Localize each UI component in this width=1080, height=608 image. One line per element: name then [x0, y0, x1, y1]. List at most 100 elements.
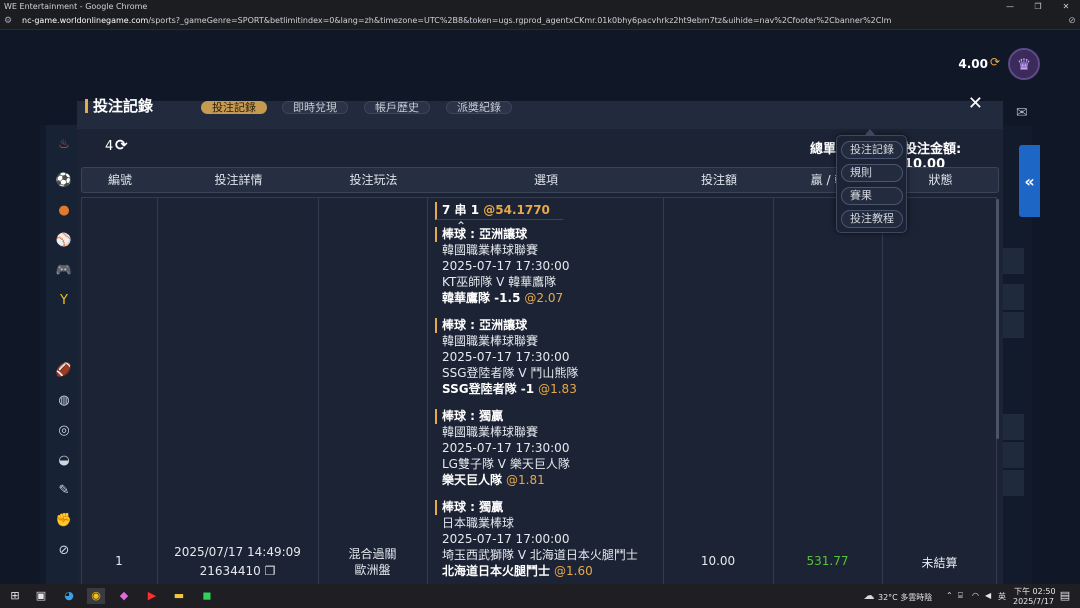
- tray-volume-icon[interactable]: ◀: [985, 591, 991, 600]
- popup-item-results[interactable]: 賽果: [841, 187, 903, 205]
- leg-pick: 樂天巨人隊 @1.81: [435, 472, 665, 488]
- summary-label: 總單: [810, 142, 837, 157]
- youtube-icon[interactable]: ▶: [143, 588, 161, 604]
- leg-league: 韓國職業棒球聯賽: [442, 243, 539, 257]
- leg-odds: @1.83: [538, 382, 577, 396]
- leg-pick: 北海道日本火腿鬥士 @1.60: [435, 563, 665, 579]
- site-settings-icon[interactable]: ⚙: [0, 16, 16, 26]
- url-text[interactable]: nc-game.worldonlinegame.com/sports?_game…: [16, 16, 1064, 25]
- leg-market: 棒球 : 亞洲讓球: [435, 318, 665, 333]
- avatar-icon: ♛: [1016, 54, 1032, 74]
- row-datetime: 2025/07/17 14:49:09: [174, 545, 301, 559]
- leg-match: LG雙子隊 V 樂天巨人隊: [442, 457, 570, 471]
- soccer-icon[interactable]: ⚽: [54, 171, 74, 191]
- football-icon[interactable]: 🏈: [54, 361, 74, 381]
- baseball-icon[interactable]: ⚾: [54, 231, 74, 251]
- cricket-icon[interactable]: ✎: [54, 481, 74, 501]
- collapse-panel-button[interactable]: «: [1019, 145, 1040, 217]
- weather-text[interactable]: 32°C 多雲時陰: [878, 592, 932, 603]
- leg-odds: @2.07: [524, 291, 564, 305]
- popup-item-rules[interactable]: 規則: [841, 164, 903, 182]
- right-list-item[interactable]: [1002, 312, 1024, 338]
- taskbar-time[interactable]: 下午 02:50: [1014, 586, 1056, 597]
- close-window-button[interactable]: ✕: [1052, 2, 1080, 11]
- eye-off-icon[interactable]: ⊘: [1064, 16, 1080, 26]
- list-item: 棒球 : 亞洲讓球 韓國職業棒球聯賽 2025-07-17 17:30:00 S…: [435, 318, 665, 397]
- window-titlebar: WE Entertainment - Google Chrome — ❐ ✕: [0, 0, 1080, 12]
- windows-start-icon[interactable]: ⊞: [6, 588, 24, 604]
- task-view-icon[interactable]: ▣: [32, 588, 50, 604]
- balance-amount: 4.00: [958, 57, 988, 71]
- table-scrollbar[interactable]: [996, 199, 999, 439]
- col-id: 編號: [107, 173, 132, 187]
- cell-amount: [664, 198, 774, 584]
- leg-match: KT巫師隊 V 韓華鷹隊: [442, 275, 557, 289]
- tab-payout-record[interactable]: 派獎紀錄: [446, 101, 512, 114]
- tab-bet-record[interactable]: 投注記錄: [201, 101, 267, 114]
- target-icon[interactable]: ◎: [54, 421, 74, 441]
- leg-odds: @1.81: [506, 473, 545, 487]
- taskbar-date[interactable]: 2025/7/17: [1013, 597, 1054, 606]
- right-list-item[interactable]: [1002, 284, 1024, 310]
- leg-time: 2025-07-17 17:30:00: [442, 259, 570, 273]
- right-list-item[interactable]: [1002, 414, 1024, 440]
- chrome-icon[interactable]: ◉: [87, 588, 105, 604]
- esports-icon[interactable]: 🎮: [54, 261, 74, 281]
- weather-icon[interactable]: ☁: [860, 588, 878, 604]
- hot-icon[interactable]: ♨: [54, 135, 74, 155]
- window-title: WE Entertainment - Google Chrome: [4, 1, 148, 11]
- right-list-item[interactable]: [1002, 442, 1024, 468]
- avatar[interactable]: ♛: [1008, 48, 1040, 80]
- y-sport-icon[interactable]: Y: [54, 291, 74, 311]
- minimize-button[interactable]: —: [996, 2, 1024, 11]
- notification-icon[interactable]: ▤: [1056, 588, 1074, 604]
- tray-chevron-icon[interactable]: ⌃: [946, 591, 953, 600]
- leg-pick-name: 韓華鷹隊 -1.5: [442, 291, 521, 305]
- copy-icon[interactable]: ❐: [265, 564, 276, 578]
- tray-wifi-icon[interactable]: ◠: [972, 591, 979, 600]
- leg-league: 日本職業棒球: [442, 516, 515, 530]
- list-item: 棒球 : 亞洲讓球 韓國職業棒球聯賽 2025-07-17 17:30:00 K…: [435, 227, 665, 306]
- row-win-loss: 531.77: [806, 554, 849, 568]
- modal-title: 投注記錄: [85, 99, 153, 114]
- leg-pick-name: SSG登陸者隊 -1: [442, 382, 535, 396]
- page: 4.00 ⟳ ♛ ♨ ⚽ ● ⚾ 🎮 Y 🏈 ◍ ◎ ◒ ✎ ✊ ⊘ ✉ « 投…: [0, 30, 1080, 584]
- cell-play-type: [319, 198, 428, 584]
- file-explorer-icon[interactable]: ▬: [170, 588, 188, 604]
- line-icon[interactable]: ◼: [198, 588, 216, 604]
- modal-header: 投注記錄 投注記錄 即時兌現 帳戶歷史 派獎紀錄 ✕: [77, 93, 1003, 129]
- popup-item-tutorial[interactable]: 投注教程: [841, 210, 903, 228]
- popup-item-bet-record[interactable]: 投注記錄: [841, 141, 903, 159]
- drop-app-icon[interactable]: ◆: [115, 588, 133, 604]
- refresh-balance-icon[interactable]: ⟳: [990, 55, 1000, 69]
- tab-account-history[interactable]: 帳戶歷史: [364, 101, 430, 114]
- cell-id: [82, 198, 158, 584]
- ime-indicator[interactable]: 英: [998, 591, 1006, 602]
- restore-button[interactable]: ❐: [1024, 2, 1052, 11]
- col-amount: 投注額: [700, 173, 737, 187]
- leg-pick: 韓華鷹隊 -1.5 @2.07: [435, 290, 665, 306]
- refresh-icon[interactable]: ⟳: [115, 136, 128, 154]
- row-status: 未結算: [921, 556, 958, 570]
- row-id: 1: [115, 554, 123, 568]
- close-icon[interactable]: ✕: [968, 93, 983, 114]
- col-details: 投注詳情: [214, 173, 263, 187]
- boxing-icon[interactable]: ✊: [54, 511, 74, 531]
- right-list-item[interactable]: [1002, 248, 1024, 274]
- parlay-header[interactable]: 7 串 1 @54.1770 ⌃: [435, 202, 563, 233]
- edge-icon[interactable]: ◕: [60, 588, 78, 604]
- right-list-item[interactable]: [1002, 470, 1024, 496]
- basketball-icon[interactable]: ●: [54, 201, 74, 221]
- tab-cashout[interactable]: 即時兌現: [282, 101, 348, 114]
- mail-icon[interactable]: ✉: [1016, 105, 1028, 121]
- rugby-icon[interactable]: ◒: [54, 451, 74, 471]
- parlay-odds: @54.1770: [483, 203, 550, 217]
- list-item: 棒球 : 獨贏 日本職業棒球 2025-07-17 17:00:00 埼玉西武獅…: [435, 500, 665, 579]
- address-bar[interactable]: ⚙ nc-game.worldonlinegame.com/sports?_ga…: [0, 12, 1080, 30]
- double-chevron-left-icon: «: [1024, 171, 1035, 191]
- tray-network-icon[interactable]: ⌸: [958, 591, 963, 601]
- volleyball-icon[interactable]: ◍: [54, 391, 74, 411]
- row-handicap-type: 歐洲盤: [354, 563, 391, 577]
- leg-time: 2025-07-17 17:30:00: [442, 350, 570, 364]
- no-sport-icon[interactable]: ⊘: [54, 541, 74, 561]
